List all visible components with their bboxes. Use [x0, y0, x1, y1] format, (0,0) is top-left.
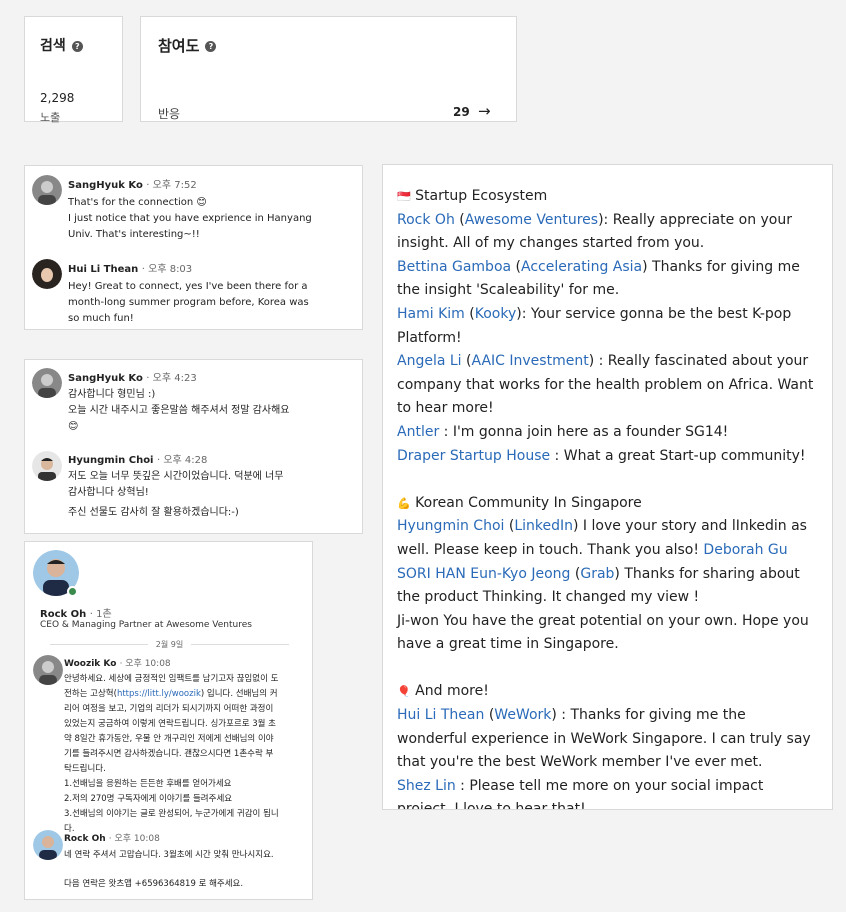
help-icon[interactable]: ? [71, 40, 83, 52]
person-link[interactable]: Shez Lin [397, 778, 456, 794]
avatar [32, 368, 62, 398]
sender-name[interactable]: Hui Li Thean · 오후 8:03 [68, 260, 192, 275]
chat-snippet-2: SangHyuk Ko · 오후 4:23 감사합니다 형민님 :) 오늘 시간 … [24, 359, 363, 534]
search-stats-card: 검색? 2,298 노출 [24, 16, 123, 124]
avatar [33, 830, 63, 860]
post-body: 🇸🇬 Startup Ecosystem Rock Oh (Awesome Ve… [397, 185, 817, 809]
avatar [32, 451, 62, 481]
date-divider: 2월 9일 [25, 639, 314, 650]
arrow-right-icon[interactable]: → [478, 102, 491, 120]
profile-name[interactable]: Rock Oh · 1촌 [40, 605, 112, 620]
sender-name[interactable]: SangHyuk Ko · 오후 4:23 [68, 369, 197, 384]
impressions-label: 노출 [40, 111, 61, 124]
company-link[interactable]: Antler [397, 424, 439, 440]
engagement-card[interactable]: 참여도? 반응 29 → [140, 16, 517, 122]
message-text: 저도 오늘 너무 뜻깊은 시간이었습니다. 덕분에 너무 감사합니다 상혁님! 주신… [68, 471, 284, 518]
company-link[interactable]: AAIC Investment [471, 353, 588, 369]
message-text: 네 연락 주셔서 고맙습니다. 3월초에 시간 맞춰 만나시지요. 다음 연락은… [64, 850, 274, 889]
sender-name[interactable]: Rock Oh · 오후 10:08 [64, 831, 160, 844]
company-link[interactable]: Kooky [475, 306, 517, 322]
impressions-count: 2,298 [40, 91, 75, 105]
person-link[interactable]: SORI HAN Eun-Kyo Jeong [397, 566, 570, 582]
person-link[interactable]: Hyungmin Choi [397, 518, 504, 534]
engagement-title: 참여도? [158, 35, 217, 56]
message-text: 안녕하세요. 세상에 긍정적인 임팩트를 남기고자 끊임없이 도 전하는 고상혁… [64, 674, 279, 834]
company-link[interactable]: Draper Startup House [397, 448, 550, 464]
sender-name[interactable]: Hyungmin Choi · 오후 4:28 [68, 451, 207, 466]
search-title: 검색? [40, 35, 83, 55]
company-link[interactable]: Grab [580, 566, 614, 582]
message-text: Hey! Great to connect, yes I've been the… [68, 281, 309, 324]
thanks-post: 🇸🇬 Startup Ecosystem Rock Oh (Awesome Ve… [382, 164, 833, 810]
sender-name[interactable]: SangHyuk Ko · 오후 7:52 [68, 176, 197, 191]
avatar [32, 175, 62, 205]
avatar [32, 259, 62, 289]
company-link[interactable]: Accelerating Asia [521, 259, 642, 275]
reactions-label: 반응 [158, 107, 181, 121]
sender-name[interactable]: Woozik Ko · 오후 10:08 [64, 656, 171, 669]
help-icon[interactable]: ? [205, 41, 217, 52]
balloon-icon: 🎈 [397, 685, 411, 699]
company-link[interactable]: WeWork [494, 707, 551, 723]
person-link[interactable]: Hami Kim [397, 306, 465, 322]
company-link[interactable]: LinkedIn [514, 518, 573, 534]
company-link[interactable]: Awesome Ventures [465, 212, 598, 228]
flexed-arm-icon: 💪 [397, 496, 411, 510]
post-line: Ji-won You have the great potential on y… [397, 612, 809, 653]
person-link[interactable]: Rock Oh [397, 212, 455, 228]
person-link[interactable]: Hui Li Thean [397, 707, 484, 723]
conversation-card: Rock Oh · 1촌 CEO & Managing Partner at A… [24, 541, 313, 900]
message-text: That's for the connection 😊 I just notice… [68, 197, 312, 240]
reactions-count: 29 [453, 105, 470, 119]
person-link[interactable]: Bettina Gamboa [397, 259, 511, 275]
message-link[interactable]: https://litt.ly/woozik [117, 689, 201, 699]
flag-icon: 🇸🇬 [397, 190, 411, 203]
online-status-icon [67, 586, 78, 597]
person-link[interactable]: Deborah Gu [703, 542, 787, 558]
profile-headline: CEO & Managing Partner at Awesome Ventur… [40, 620, 252, 630]
avatar [33, 655, 63, 685]
message-text: 감사합니다 형민님 :) 오늘 시간 내주시고 좋은말씀 해주셔서 정말 감사해요… [68, 389, 290, 432]
chat-snippet-1: SangHyuk Ko · 오후 7:52 That's for the con… [24, 165, 363, 330]
person-link[interactable]: Angela Li [397, 353, 462, 369]
